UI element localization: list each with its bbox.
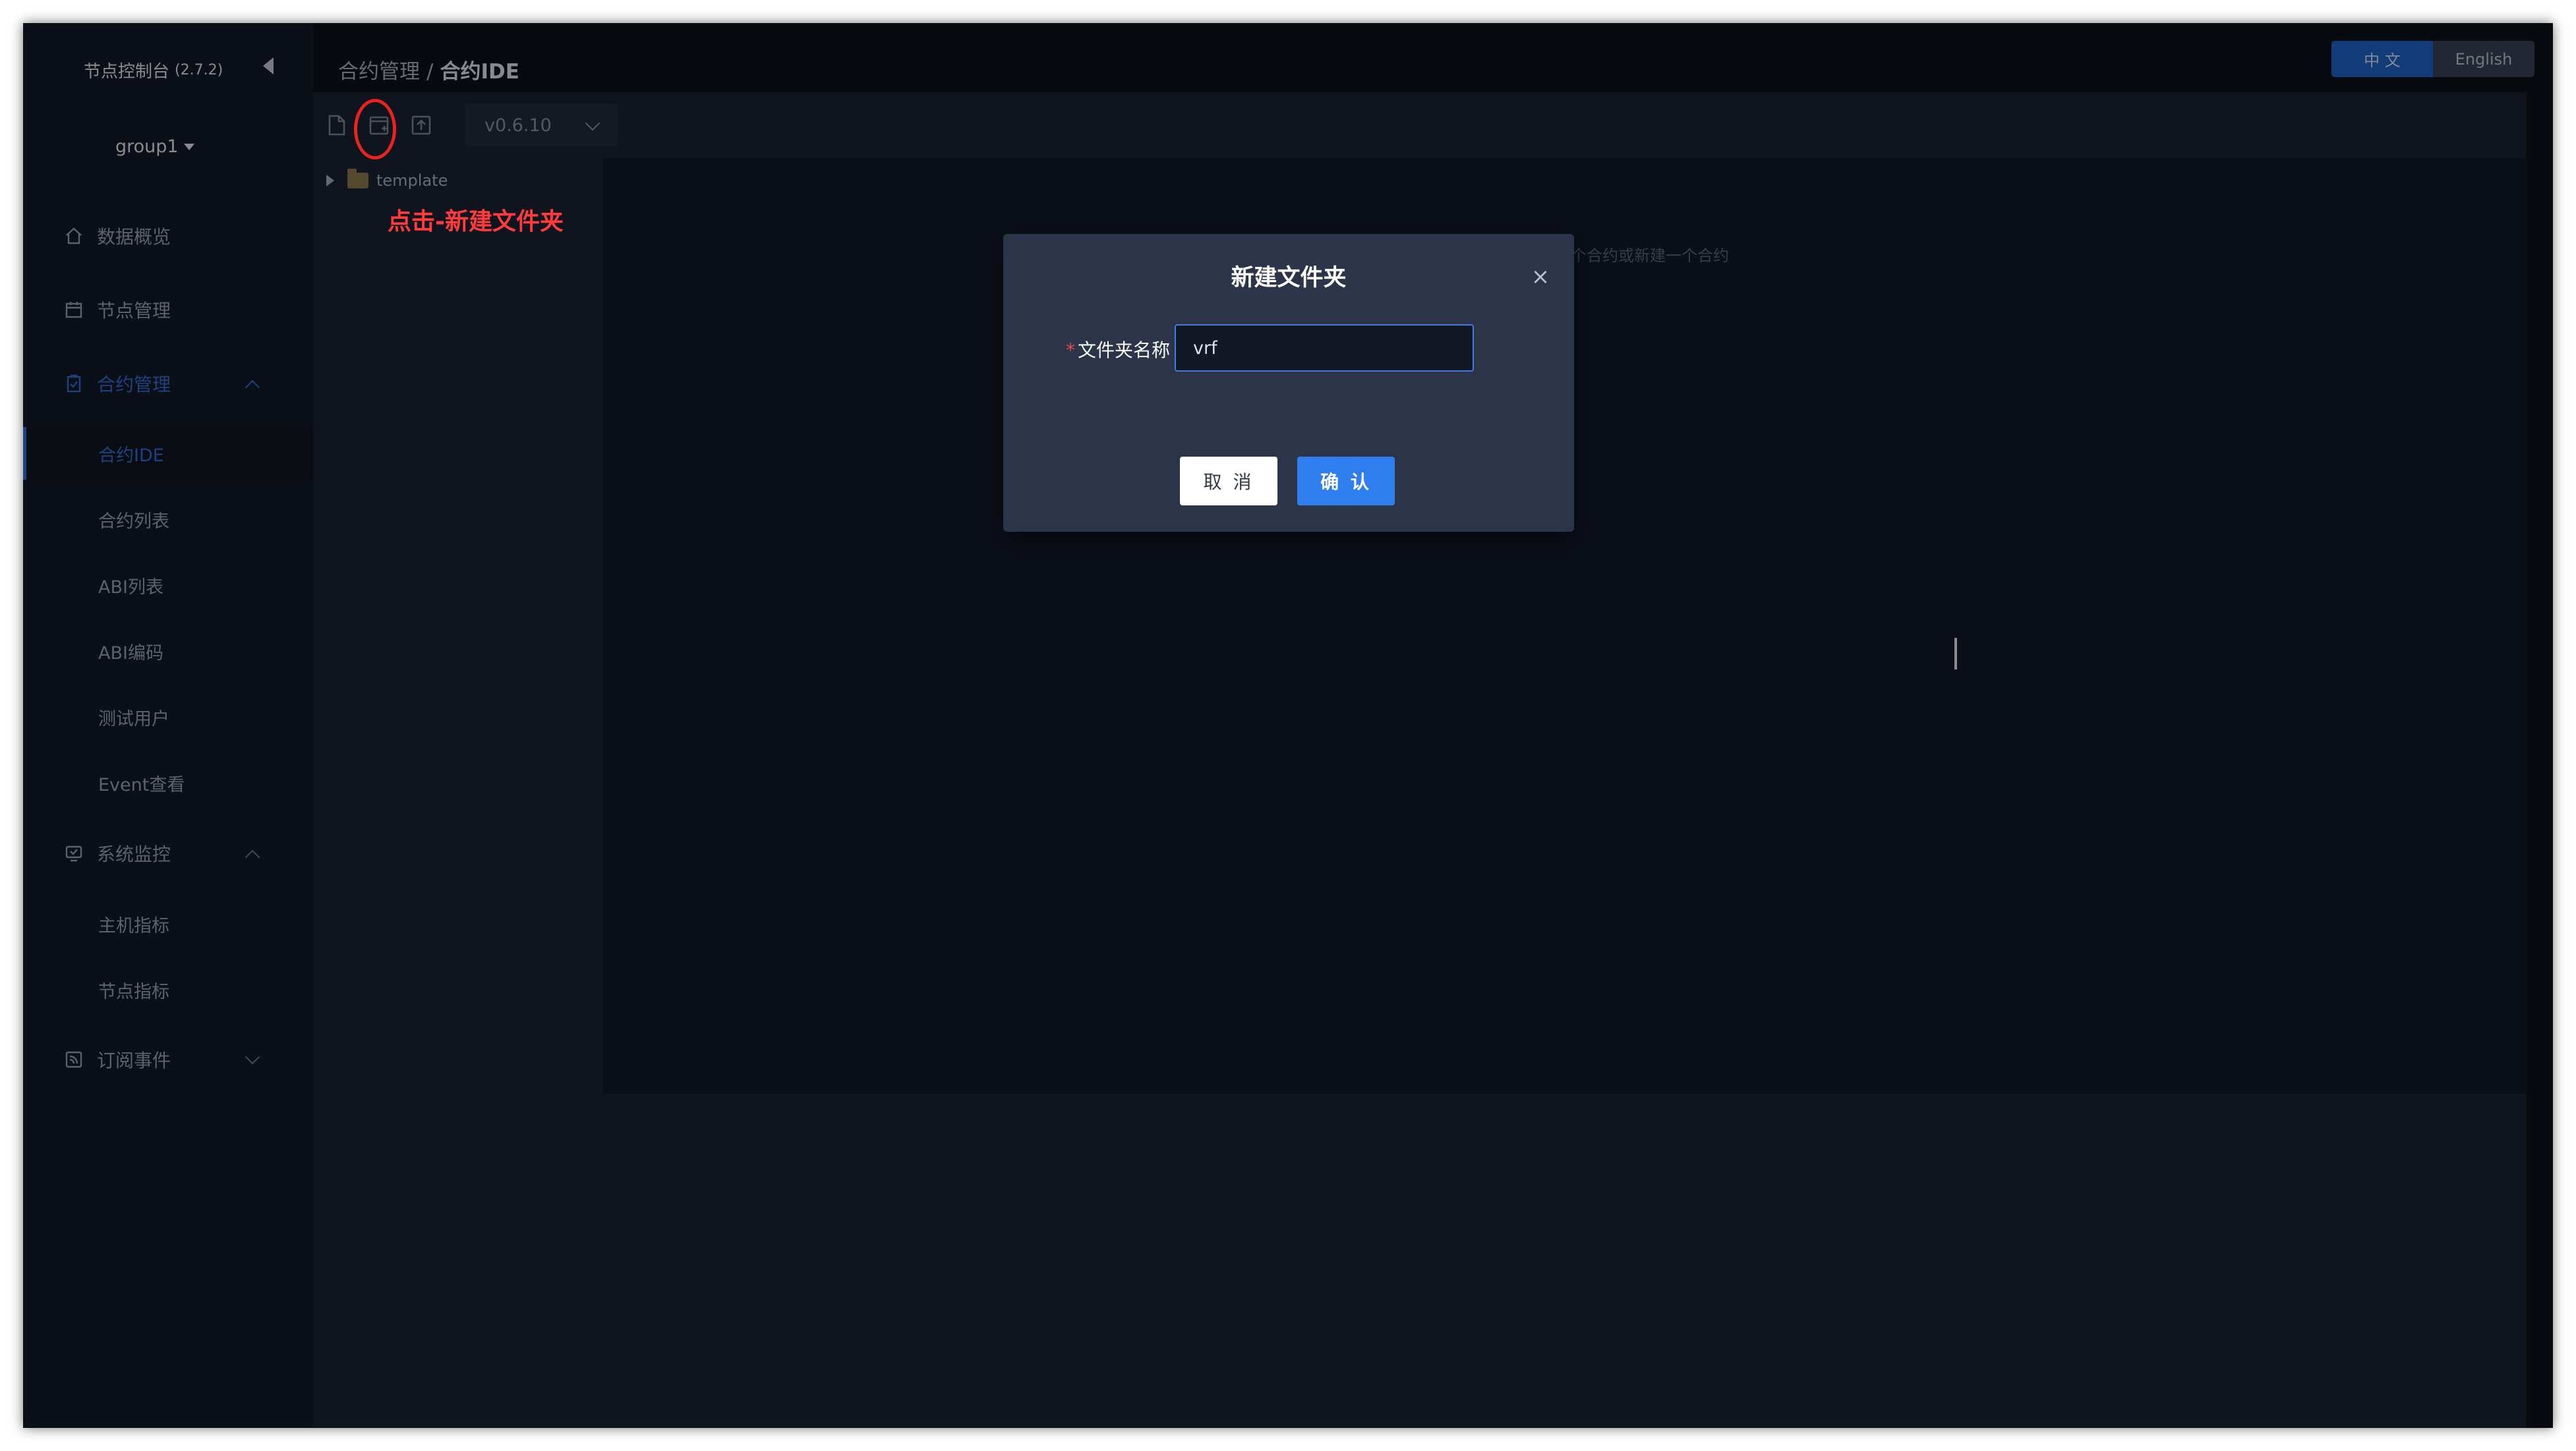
folder-name-label: * 文件夹名称 xyxy=(1066,336,1170,362)
confirm-button[interactable]: 确 认 xyxy=(1297,457,1395,505)
app-window: 节点控制台 (2.7.2) group1 数据概览 节点管理 合约管理 合约ID… xyxy=(23,23,2553,1428)
cancel-button[interactable]: 取 消 xyxy=(1180,457,1277,505)
annotation-ring-new-folder xyxy=(354,99,396,159)
new-folder-dialog: 新建文件夹 × *文件夹名称 取 消 确 认 xyxy=(1003,234,1574,532)
required-mark: * xyxy=(1066,339,1075,361)
folder-name-input[interactable] xyxy=(1175,324,1474,372)
dialog-title: 新建文件夹 xyxy=(1231,265,1347,291)
annotation-label: 点击-新建文件夹 xyxy=(388,208,564,235)
folder-name-label-text: 文件夹名称 xyxy=(1078,339,1171,361)
close-icon[interactable]: × xyxy=(1529,266,1552,288)
